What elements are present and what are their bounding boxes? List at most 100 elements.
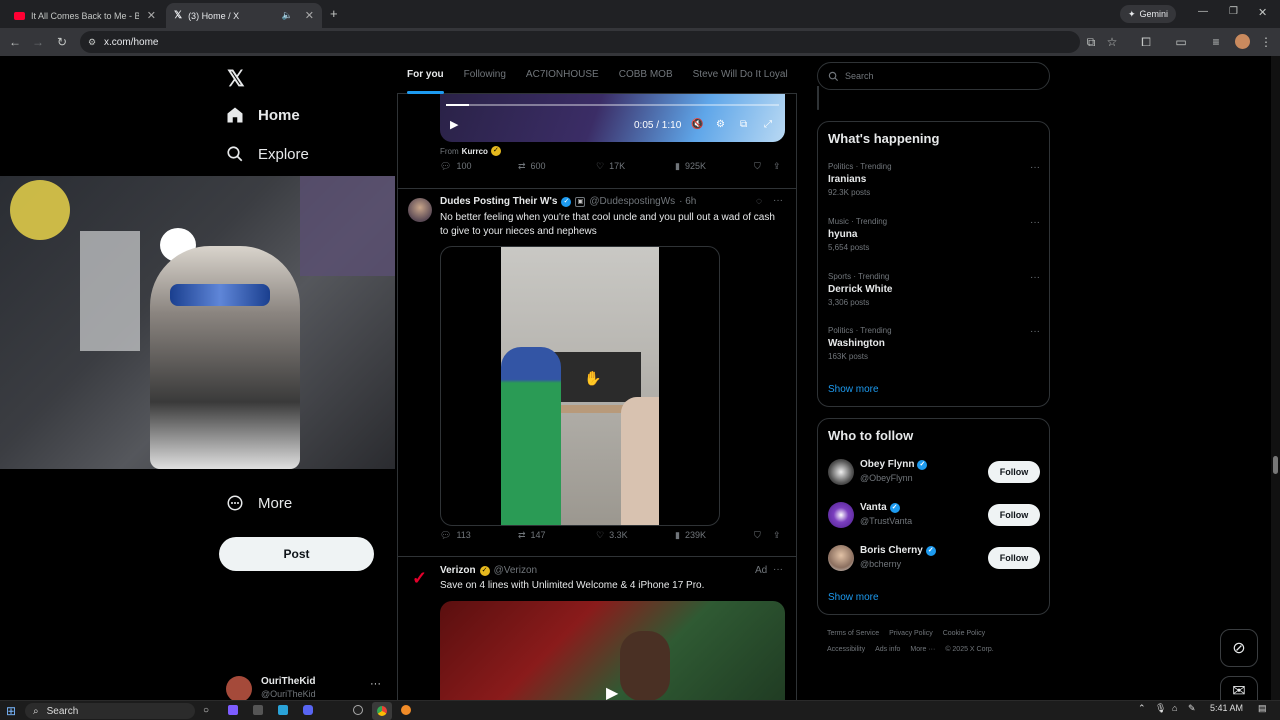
pip-icon[interactable]: ⧉ (740, 119, 747, 130)
restore-button[interactable]: ❐ (1229, 6, 1238, 17)
discord-icon[interactable] (303, 705, 313, 715)
trend-item[interactable]: Politics · Trending Iranians 92.3K posts… (828, 162, 1040, 197)
share-icon[interactable]: ⇪ (773, 530, 781, 541)
follow-button[interactable]: Follow (988, 461, 1040, 483)
network-icon[interactable]: ⌂ (1172, 703, 1177, 713)
show-more-link[interactable]: Show more (828, 384, 879, 395)
url-field[interactable]: ⚙ x.com/home (80, 31, 1080, 53)
close-icon[interactable]: ✕ (305, 9, 314, 22)
follow-suggestion[interactable]: Obey Flynn ✓ @ObeyFlynn Follow (828, 457, 1040, 489)
tray-chevron-icon[interactable]: ⌃ (1138, 703, 1146, 714)
reading-list-icon[interactable]: ≡ (1208, 34, 1224, 50)
microphone-icon[interactable]: 🎙︎ (1155, 703, 1166, 714)
more-dots-icon[interactable]: ··· (1030, 272, 1040, 283)
new-tab-button[interactable]: + (330, 6, 338, 21)
footer-link[interactable]: Cookie Policy (943, 630, 985, 637)
notifications-icon[interactable]: ▤ (1258, 703, 1267, 714)
avatar[interactable] (408, 198, 432, 222)
search-input[interactable]: Search (817, 62, 1050, 90)
footer-link[interactable]: Terms of Service (827, 630, 879, 637)
app-icon[interactable] (401, 705, 411, 715)
nav-more[interactable]: More (226, 494, 292, 512)
more-dots-icon[interactable]: ··· (773, 195, 783, 206)
minimize-button[interactable]: — (1198, 6, 1208, 17)
show-more-link[interactable]: Show more (828, 592, 879, 603)
reply-button[interactable]: 💬︎ 113 (440, 530, 471, 541)
tab-ac7ionhouse[interactable]: AC7IONHOUSE (516, 56, 609, 94)
ad-video[interactable]: ▶ (440, 601, 785, 700)
app-icon[interactable] (353, 705, 363, 715)
reload-icon[interactable]: ↻ (54, 34, 70, 50)
grok-icon[interactable]: ◌ (756, 196, 762, 207)
post-button[interactable]: Post (219, 537, 374, 571)
speaker-icon[interactable]: 🔈 (282, 10, 293, 21)
chrome-taskbar-button[interactable] (372, 702, 392, 720)
clock-time[interactable]: 5:41 AM (1210, 703, 1243, 713)
app-icon[interactable] (253, 705, 263, 715)
mute-icon[interactable]: 🔇 (691, 119, 703, 130)
x-logo-icon[interactable]: 𝕏 (227, 66, 245, 92)
like-button[interactable]: ♡ 3.3K (596, 530, 628, 541)
video-progress-track[interactable] (446, 104, 779, 106)
follow-suggestion[interactable]: Boris Cherny ✓ @bcherny Follow (828, 543, 1040, 575)
repost-button[interactable]: ⇄ 147 (518, 530, 546, 541)
bookmark-icon[interactable]: ⛉ (754, 530, 761, 541)
browser-tab-youtube[interactable]: It All Comes Back to Me - Baby ✕ (6, 3, 164, 28)
more-dots-icon[interactable]: ··· (1030, 162, 1040, 173)
install-app-icon[interactable]: ⧉ (1083, 34, 1099, 50)
browser-tab-x[interactable]: 𝕏 (3) Home / X 🔈 ✕ (166, 3, 322, 28)
follow-button[interactable]: Follow (988, 547, 1040, 569)
views-button[interactable]: ▮ 239K (675, 530, 706, 541)
trend-item[interactable]: Politics · Trending Washington 163K post… (828, 326, 1040, 361)
nav-explore[interactable]: Explore (226, 145, 309, 163)
back-icon[interactable]: ← (7, 34, 23, 50)
bookmark-icon[interactable]: ⛉ (754, 161, 761, 172)
more-dots-icon[interactable]: ··· (370, 678, 381, 690)
author-name[interactable]: Dudes Posting Their W's (440, 196, 557, 207)
gemini-button[interactable]: ✦ Gemini (1120, 5, 1176, 23)
footer-link[interactable]: Accessibility (827, 646, 865, 653)
trend-item[interactable]: Music · Trending hyuna 5,654 posts ··· (828, 217, 1040, 252)
post-time[interactable]: · 6h (679, 196, 696, 207)
windows-start-icon[interactable]: ⊞ (6, 704, 16, 718)
app-icon[interactable] (278, 705, 288, 715)
account-switcher[interactable]: OuriTheKid @OuriTheKid ··· (226, 674, 396, 700)
like-button[interactable]: ♡ 17K (596, 161, 625, 172)
from-name[interactable]: Kurrco (462, 147, 488, 156)
trend-item[interactable]: Sports · Trending Derrick White 3,306 po… (828, 272, 1040, 307)
close-icon[interactable]: ✕ (147, 9, 156, 22)
verizon-logo-icon[interactable]: ✓ (412, 568, 427, 589)
side-panel-icon[interactable]: ▭ (1173, 34, 1189, 50)
author-handle[interactable]: @Verizon (494, 565, 538, 576)
taskbar-search[interactable]: ⌕ Search (25, 703, 195, 719)
site-info-icon[interactable]: ⚙ (88, 37, 96, 48)
close-window-button[interactable]: ✕ (1258, 6, 1267, 19)
pen-icon[interactable]: ✎ (1188, 703, 1196, 714)
follow-button[interactable]: Follow (988, 504, 1040, 526)
settings-icon[interactable]: ⚙ (716, 119, 725, 130)
more-dots-icon[interactable]: ··· (1030, 217, 1040, 228)
more-dots-icon[interactable]: ··· (773, 564, 783, 575)
nav-home[interactable]: Home (226, 106, 300, 124)
forward-icon[interactable]: → (30, 34, 46, 50)
follow-suggestion[interactable]: Vanta ✓ @TrustVanta Follow (828, 500, 1040, 532)
share-icon[interactable]: ⇪ (773, 161, 781, 172)
play-icon[interactable]: ▶ (606, 683, 618, 700)
tab-for-you[interactable]: For you (397, 56, 454, 94)
views-button[interactable]: ▮ 925K (675, 161, 706, 172)
footer-link[interactable]: Ads info (875, 646, 900, 653)
reply-button[interactable]: 💬︎ 100 (440, 161, 471, 172)
app-icon[interactable] (228, 705, 238, 715)
menu-kebab-icon[interactable]: ⋮ (1258, 34, 1274, 50)
author-handle[interactable]: @DudespostingWs (589, 196, 675, 207)
messages-button[interactable]: ✉ (1220, 676, 1258, 700)
task-view-icon[interactable]: ○ (203, 705, 209, 716)
video-player[interactable] (440, 246, 720, 526)
grok-button[interactable]: ⊘ (1220, 629, 1258, 667)
tab-cobb-mob[interactable]: COBB MOB (609, 56, 683, 94)
profile-avatar[interactable] (1235, 34, 1250, 49)
tab-following[interactable]: Following (454, 56, 516, 94)
extensions-icon[interactable]: ⧠ (1138, 34, 1154, 50)
footer-link[interactable]: More ··· (910, 646, 935, 653)
play-icon[interactable]: ▶ (450, 118, 458, 131)
